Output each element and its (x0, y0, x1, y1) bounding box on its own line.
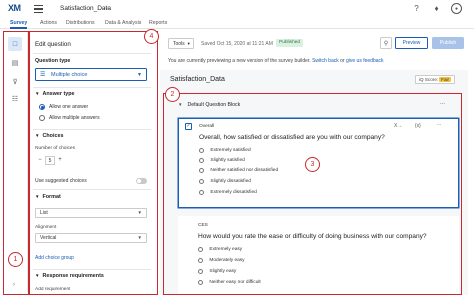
survey-title: Satisfaction_Data (170, 76, 225, 83)
status-badge: Published (276, 39, 304, 47)
top-bar: XM Satisfaction_Data ⌄ ? ♦ ● (0, 0, 474, 20)
tools-dropdown[interactable]: Tools ▼ (168, 38, 194, 49)
callout-badge-4: 4 (144, 29, 159, 44)
callout-badge-2: 2 (165, 87, 180, 102)
project-nav: Survey Actions Distributions Data & Anal… (0, 19, 474, 29)
callout-box-4 (29, 31, 158, 295)
callout-badge-3: 3 (305, 157, 320, 172)
builder-toolbar: Tools ▼ Saved Oct 15, 2020 at 11:21 AM Pu… (160, 37, 468, 51)
chevron-down-icon[interactable]: ⌄ (104, 4, 109, 11)
tab-actions[interactable]: Actions (40, 20, 57, 26)
help-icon[interactable]: ? (411, 3, 422, 14)
tab-survey[interactable]: Survey (10, 20, 28, 29)
tab-reports[interactable]: Reports (149, 20, 167, 26)
notifications-icon[interactable]: ♦ (431, 3, 442, 14)
publish-button[interactable]: Publish (432, 37, 464, 49)
callout-box-2 (163, 93, 462, 295)
iq-score-value: Fair (439, 77, 452, 82)
switch-back-link[interactable]: Switch back (312, 58, 339, 64)
tab-data-analysis[interactable]: Data & Analysis (105, 20, 141, 26)
callout-badge-1: 1 (8, 252, 23, 267)
menu-icon[interactable] (34, 5, 43, 14)
xm-logo[interactable]: XM (8, 3, 26, 17)
iq-score-button[interactable]: iQ Score: Fair (415, 75, 456, 84)
give-feedback-link[interactable]: give us feedback (346, 58, 384, 64)
tab-distributions[interactable]: Distributions (66, 20, 95, 26)
saved-timestamp: Saved Oct 15, 2020 at 11:21 AM (201, 41, 273, 47)
search-icon[interactable]: ⚲ (380, 37, 392, 49)
preview-notice: You are currently previewing a new versi… (168, 58, 384, 64)
preview-button[interactable]: Preview (395, 37, 428, 49)
account-icon[interactable]: ● (451, 3, 462, 14)
